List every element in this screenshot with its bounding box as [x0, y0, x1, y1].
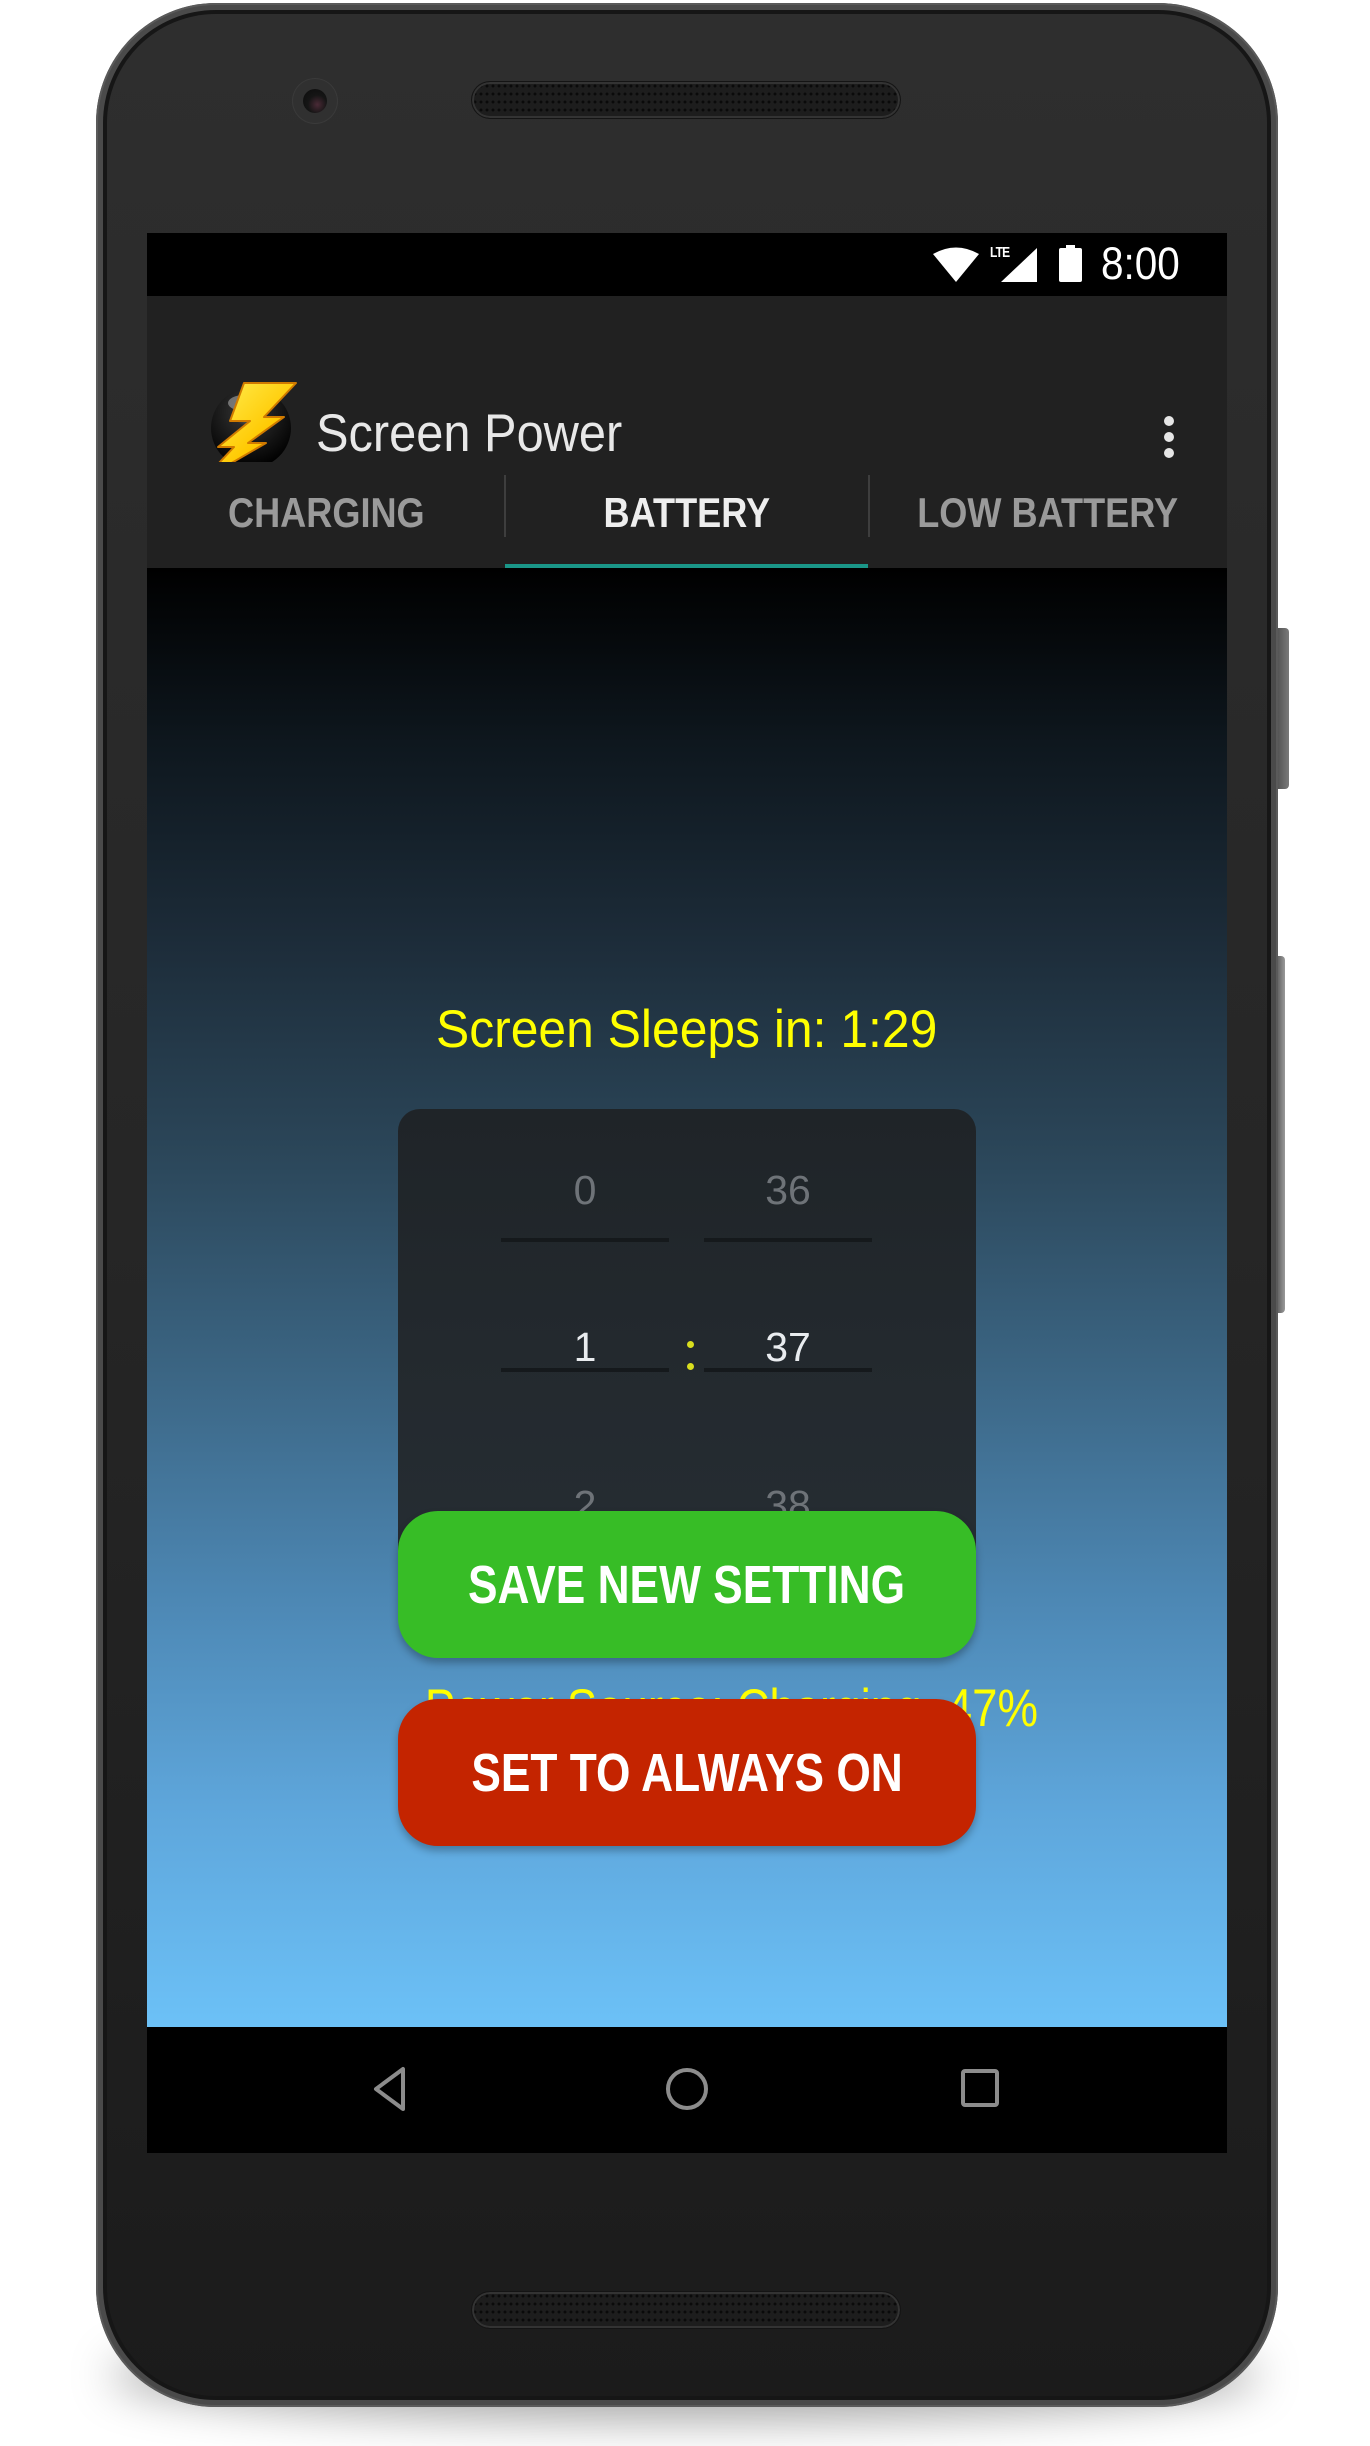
overflow-dot — [1164, 448, 1174, 458]
screen-sleep-text: Screen Sleeps in: 1:29 — [436, 1000, 938, 1059]
minutes-selection-line-top — [704, 1238, 872, 1242]
power-button[interactable] — [1278, 628, 1289, 789]
camera-lens — [303, 89, 327, 113]
app-title: Screen Power — [316, 404, 623, 463]
screen-sleep-countdown: Screen Sleeps in: 1:29 — [147, 1000, 1227, 1060]
hours-selection-line-bottom — [501, 1368, 669, 1372]
recents-icon[interactable] — [947, 2057, 1013, 2123]
status-time: 8:00 — [1101, 238, 1180, 289]
picker-separator — [687, 1341, 695, 1371]
bottom-speaker — [472, 2292, 900, 2328]
home-icon[interactable] — [654, 2057, 720, 2123]
tab-low-battery-label: LOW BATTERY — [917, 489, 1179, 536]
device-screen: LTE 8:00 Screen Power CHARGING BATTERY L… — [147, 233, 1227, 2153]
front-camera — [293, 79, 337, 123]
battery-icon — [1059, 245, 1082, 282]
earpiece-speaker — [472, 82, 900, 118]
minutes-selection-line-bottom — [704, 1368, 872, 1372]
tab-battery-label: BATTERY — [603, 489, 770, 536]
system-nav-bar — [147, 2027, 1227, 2153]
battery-tab-content: Screen Sleeps in: 1:29 0 1 2 36 37 38 47… — [147, 568, 1227, 2027]
hours-selection-line-top — [501, 1238, 669, 1242]
wifi-icon — [933, 247, 979, 282]
overflow-dot — [1164, 432, 1174, 442]
back-icon[interactable] — [362, 2057, 428, 2123]
set-always-on-button[interactable]: SET TO ALWAYS ON — [398, 1699, 976, 1846]
tab-bar: CHARGING BATTERY LOW BATTERY — [147, 462, 1227, 568]
save-new-setting-button[interactable]: SAVE NEW SETTING — [398, 1511, 976, 1658]
save-new-setting-label: SAVE NEW SETTING — [468, 1555, 906, 1615]
overflow-dot — [1164, 416, 1174, 426]
tab-charging-label: CHARGING — [227, 489, 425, 536]
tab-battery[interactable]: BATTERY — [505, 462, 868, 568]
volume-button[interactable] — [1278, 956, 1285, 1313]
tab-low-battery[interactable]: LOW BATTERY — [869, 462, 1227, 568]
minutes-prev-value[interactable]: 36 — [704, 1160, 872, 1220]
hours-prev-value[interactable]: 0 — [501, 1160, 669, 1220]
tab-charging[interactable]: CHARGING — [147, 462, 505, 568]
status-bar: LTE 8:00 — [147, 233, 1227, 296]
cell-signal-icon — [1001, 248, 1037, 282]
set-always-on-label: SET TO ALWAYS ON — [471, 1743, 903, 1803]
